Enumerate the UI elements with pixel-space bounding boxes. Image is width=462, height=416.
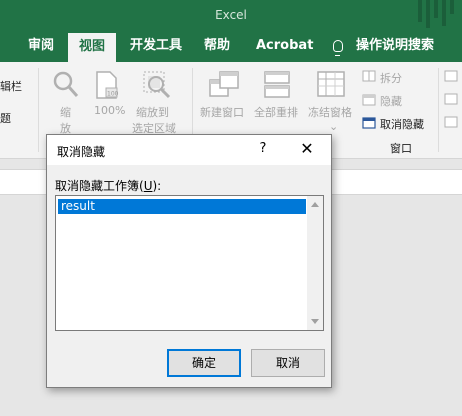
tell-me-search[interactable]: 操作说明搜索	[356, 32, 434, 62]
zoom-label-line1: 缩	[60, 106, 71, 119]
scroll-down-arrow-icon[interactable]	[311, 319, 319, 324]
split-icon[interactable]	[362, 70, 376, 82]
hide-label[interactable]: 隐藏	[380, 93, 402, 109]
list-item-result[interactable]: result	[58, 199, 306, 214]
side-by-side-icons[interactable]	[444, 70, 460, 130]
svg-text:100: 100	[107, 91, 119, 98]
app-title: Excel	[215, 8, 247, 22]
headings-checkbox-label[interactable]: 题	[0, 110, 11, 126]
lightbulb-icon	[333, 40, 343, 56]
zoom-to-selection-icon[interactable]	[142, 70, 172, 100]
new-window-label: 新建窗口	[200, 106, 244, 119]
split-label[interactable]: 拆分	[380, 70, 402, 86]
ribbon-separator	[438, 68, 439, 152]
workbook-listbox[interactable]: result	[55, 195, 324, 331]
arrange-all-icon[interactable]	[262, 70, 292, 100]
scroll-up-arrow-icon[interactable]	[311, 202, 319, 207]
zoom-100-label: 100%	[94, 104, 126, 117]
close-button[interactable]: ✕	[295, 139, 319, 159]
ribbon-separator	[38, 68, 39, 152]
dialog-title: 取消隐藏	[57, 145, 106, 159]
ribbon-tabs: 审阅 视图 开发工具 帮助 Acrobat 操作说明搜索	[0, 32, 462, 62]
cancel-button[interactable]: 取消	[251, 349, 325, 377]
group-window-label: 窗口	[390, 142, 412, 155]
freeze-panes-icon[interactable]	[316, 70, 346, 100]
tab-view[interactable]: 视图	[68, 33, 117, 62]
zoom-magnifier-icon[interactable]	[52, 70, 80, 100]
workbook-list-label: 取消隐藏工作簿(U):	[55, 177, 161, 194]
formula-bar-checkbox-label[interactable]: 辑栏	[0, 78, 22, 94]
tab-help[interactable]: 帮助	[204, 32, 230, 62]
tab-developer[interactable]: 开发工具	[130, 32, 182, 62]
zoom-100-icon[interactable]: 100	[94, 70, 120, 100]
tab-acrobat[interactable]: Acrobat	[256, 32, 313, 62]
tab-review[interactable]: 审阅	[28, 32, 54, 62]
freeze-panes-label: 冻结窗格	[308, 106, 352, 119]
arrange-all-label: 全部重排	[254, 106, 298, 119]
help-button[interactable]: ?	[253, 139, 273, 159]
excel-decoration-icon	[418, 0, 454, 28]
hide-window-icon[interactable]	[362, 94, 376, 106]
zoom-selection-label-line1: 缩放到	[136, 106, 169, 119]
new-window-icon[interactable]	[208, 70, 240, 100]
unhide-label[interactable]: 取消隐藏	[380, 116, 424, 132]
list-label-suffix: ):	[152, 179, 162, 193]
title-bar: Excel	[0, 0, 462, 32]
dialog-titlebar: 取消隐藏 ? ✕	[47, 135, 331, 165]
chevron-down-icon: ⌄	[329, 120, 339, 133]
list-label-prefix: 取消隐藏工作簿(	[55, 179, 144, 193]
unhide-window-icon[interactable]	[362, 117, 376, 129]
unhide-dialog: 取消隐藏 ? ✕ 取消隐藏工作簿(U): result 确定 取消	[46, 134, 332, 388]
ok-button[interactable]: 确定	[167, 349, 241, 377]
listbox-scrollbar[interactable]	[307, 196, 323, 330]
